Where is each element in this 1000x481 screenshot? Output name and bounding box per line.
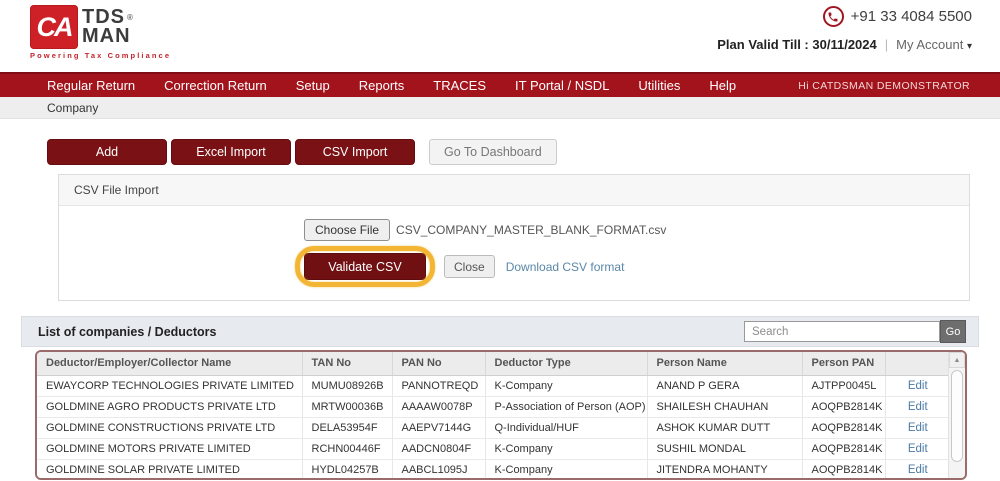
col-pan-no: PAN No bbox=[392, 352, 486, 376]
table-row: GOLDMINE AGRO PRODUCTS PRIVATE LTD MRTW0… bbox=[37, 396, 950, 418]
cell-person-pan: AOQPB2814K bbox=[802, 396, 886, 418]
col-person-pan: Person PAN bbox=[802, 352, 886, 376]
search-input[interactable] bbox=[744, 321, 940, 342]
cell-type: P-Association of Person (AOP) bbox=[485, 396, 648, 418]
excel-import-button[interactable]: Excel Import bbox=[171, 139, 291, 165]
cell-deductor-name: EWAYCORP TECHNOLOGIES PRIVATE LIMITED bbox=[37, 375, 303, 397]
cell-type: K-Company bbox=[485, 459, 648, 478]
cell-tan: HYDL04257B bbox=[302, 459, 393, 478]
plan-valid-text: Plan Valid Till : 30/11/2024 bbox=[717, 37, 877, 52]
cell-person-pan: AOQPB2814K bbox=[802, 417, 886, 439]
col-deductor-type: Deductor Type bbox=[485, 352, 648, 376]
edit-link[interactable]: Edit bbox=[908, 401, 928, 413]
cell-pan: AAEPV7144G bbox=[392, 417, 486, 439]
logo-tagline: Powering Tax Compliance bbox=[30, 51, 172, 60]
scrollbar-up-arrow-icon[interactable]: ▲ bbox=[949, 352, 965, 368]
cell-type: K-Company bbox=[485, 375, 648, 397]
cell-person-pan: AOQPB2814K bbox=[802, 459, 886, 478]
cell-person: SUSHIL MONDAL bbox=[647, 438, 803, 460]
divider: | bbox=[884, 37, 889, 52]
chevron-down-icon: ▾ bbox=[966, 41, 972, 52]
cell-deductor-name: GOLDMINE MOTORS PRIVATE LIMITED bbox=[37, 438, 303, 460]
edit-link[interactable]: Edit bbox=[908, 380, 928, 392]
breadcrumb: Company bbox=[47, 100, 99, 115]
nav-traces[interactable]: TRACES bbox=[433, 78, 486, 93]
download-csv-format-link[interactable]: Download CSV format bbox=[506, 260, 625, 274]
cell-deductor-name: GOLDMINE AGRO PRODUCTS PRIVATE LTD bbox=[37, 396, 303, 418]
cell-person: SHAILESH CHAUHAN bbox=[647, 396, 803, 418]
list-title: List of companies / Deductors bbox=[38, 324, 217, 339]
cell-tan: DELA53954F bbox=[302, 417, 393, 439]
header-right-cluster: +91 33 4084 5500 Plan Valid Till : 30/11… bbox=[717, 6, 972, 52]
edit-link[interactable]: Edit bbox=[908, 443, 928, 455]
list-header-bar: List of companies / Deductors Go bbox=[21, 316, 979, 347]
nav-setup[interactable]: Setup bbox=[296, 78, 330, 93]
cell-pan: AADCN0804F bbox=[392, 438, 486, 460]
cell-tan: RCHN00446F bbox=[302, 438, 393, 460]
companies-table: Deductor/Employer/Collector Name TAN No … bbox=[37, 352, 950, 478]
tdsman-logo: CA TDS ® MAN Powering Tax Compliance bbox=[30, 5, 171, 60]
search-go-button[interactable]: Go bbox=[940, 320, 966, 343]
cell-pan: AABCL1095J bbox=[392, 459, 486, 478]
top-header: CA TDS ® MAN Powering Tax Compliance +91 … bbox=[0, 0, 1000, 72]
cell-pan: AAAAW0078P bbox=[392, 396, 486, 418]
nav-reports[interactable]: Reports bbox=[359, 78, 405, 93]
table-row: GOLDMINE CONSTRUCTIONS PRIVATE LTD DELA5… bbox=[37, 417, 950, 439]
csv-panel-title: CSV File Import bbox=[59, 175, 969, 206]
cell-type: Q-Individual/HUF bbox=[485, 417, 648, 439]
csv-import-button[interactable]: CSV Import bbox=[295, 139, 415, 165]
table-row: GOLDMINE MOTORS PRIVATE LIMITED RCHN0044… bbox=[37, 438, 950, 460]
edit-link[interactable]: Edit bbox=[908, 464, 928, 476]
nav-correction-return[interactable]: Correction Return bbox=[164, 78, 267, 93]
user-greeting: Hi CATDSMAN DEMONSTRATOR bbox=[798, 79, 970, 92]
logo-text-man: MAN bbox=[82, 25, 131, 47]
cell-tan: MUMU08926B bbox=[302, 375, 393, 397]
edit-link[interactable]: Edit bbox=[908, 422, 928, 434]
col-deductor-name: Deductor/Employer/Collector Name bbox=[37, 352, 303, 376]
nav-help[interactable]: Help bbox=[709, 78, 736, 93]
cell-type: K-Company bbox=[485, 438, 648, 460]
selected-file-name: CSV_COMPANY_MASTER_BLANK_FORMAT.csv bbox=[396, 223, 667, 237]
table-row: EWAYCORP TECHNOLOGIES PRIVATE LIMITED MU… bbox=[37, 375, 950, 397]
main-navbar: Regular Return Correction Return Setup R… bbox=[0, 72, 1000, 97]
company-toolbar: Add Excel Import CSV Import Go To Dashbo… bbox=[47, 139, 1000, 165]
cell-person: JITENDRA MOHANTY bbox=[647, 459, 803, 478]
add-button[interactable]: Add bbox=[47, 139, 167, 165]
table-row: GOLDMINE SOLAR PRIVATE LIMITED HYDL04257… bbox=[37, 459, 950, 478]
companies-table-container: Deductor/Employer/Collector Name TAN No … bbox=[35, 350, 967, 480]
table-scrollbar[interactable]: ▲ bbox=[948, 352, 965, 478]
go-to-dashboard-button[interactable]: Go To Dashboard bbox=[429, 139, 557, 165]
cell-deductor-name: GOLDMINE CONSTRUCTIONS PRIVATE LTD bbox=[37, 417, 303, 439]
cell-person-pan: AOQPB2814K bbox=[802, 438, 886, 460]
cell-pan: PANNOTREQD bbox=[392, 375, 486, 397]
col-person-name: Person Name bbox=[647, 352, 803, 376]
nav-it-portal-nsdl[interactable]: IT Portal / NSDL bbox=[515, 78, 609, 93]
cell-deductor-name: GOLDMINE SOLAR PRIVATE LIMITED bbox=[37, 459, 303, 478]
phone-icon bbox=[822, 6, 844, 27]
close-button[interactable]: Close bbox=[444, 255, 495, 278]
cell-person-pan: AJTPP0045L bbox=[802, 375, 886, 397]
cell-person: ASHOK KUMAR DUTT bbox=[647, 417, 803, 439]
nav-regular-return[interactable]: Regular Return bbox=[47, 78, 135, 93]
support-phone-number: +91 33 4084 5500 bbox=[850, 8, 972, 25]
my-account-menu[interactable]: My Account ▾ bbox=[896, 37, 972, 52]
validate-csv-button[interactable]: Validate CSV bbox=[304, 253, 426, 280]
cell-tan: MRTW00036B bbox=[302, 396, 393, 418]
table-header-row: Deductor/Employer/Collector Name TAN No … bbox=[37, 352, 950, 376]
breadcrumb-bar: Company bbox=[0, 97, 1000, 119]
col-edit bbox=[885, 352, 950, 376]
cell-person: ANAND P GERA bbox=[647, 375, 803, 397]
choose-file-button[interactable]: Choose File bbox=[304, 219, 391, 241]
nav-utilities[interactable]: Utilities bbox=[638, 78, 680, 93]
registered-mark: ® bbox=[127, 13, 134, 22]
ca-logo-icon: CA bbox=[30, 5, 78, 49]
tdsman-app-window: CA TDS ® MAN Powering Tax Compliance +91 … bbox=[0, 0, 1000, 481]
csv-file-import-panel: CSV File Import Choose File CSV_COMPANY_… bbox=[58, 174, 970, 301]
scrollbar-thumb[interactable] bbox=[951, 370, 963, 462]
col-tan-no: TAN No bbox=[302, 352, 393, 376]
